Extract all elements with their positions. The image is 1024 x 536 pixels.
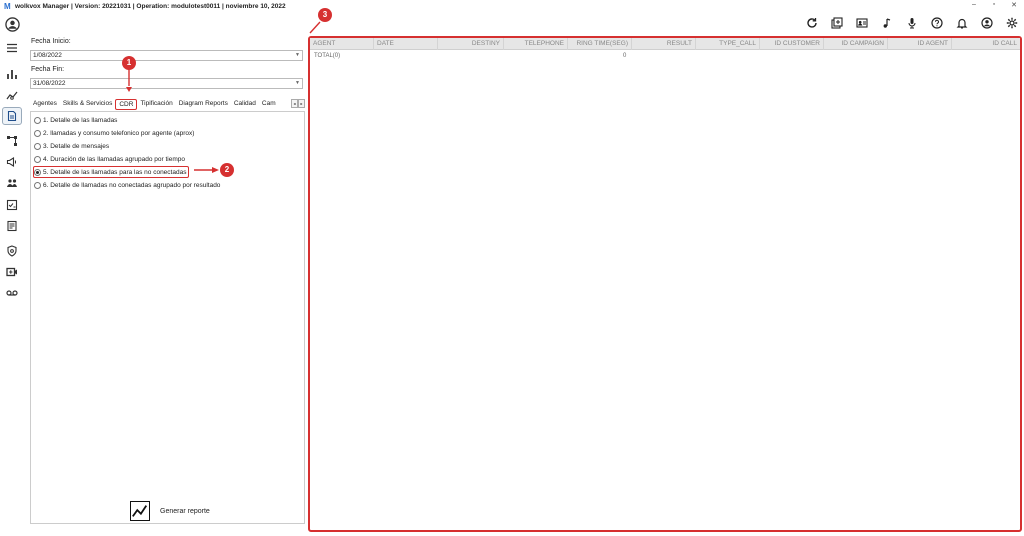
hierarchy-icon[interactable]	[5, 134, 19, 148]
tab-agentes[interactable]: Agentes	[30, 98, 60, 110]
col-agent[interactable]: AGENT	[310, 38, 374, 50]
window-title: wolkvox Manager | Version: 20221031 | Op…	[15, 3, 286, 10]
total-label: TOTAL(0)	[314, 53, 341, 59]
report-option-1[interactable]: 1. Detalle de las llamadas	[34, 115, 117, 125]
user-avatar-icon[interactable]	[4, 16, 20, 32]
callout-badge-3: 3	[318, 8, 332, 22]
grid-header: AGENT DATE DESTINY TELEPHONE RING TIME(S…	[310, 38, 1020, 50]
close-button[interactable]: ✕	[1010, 1, 1018, 9]
results-grid[interactable]: AGENT DATE DESTINY TELEPHONE RING TIME(S…	[308, 36, 1022, 532]
chevron-down-icon[interactable]: ▼	[295, 79, 300, 88]
report-tabs: Agentes Skills & Servicios CDR Tipificac…	[30, 98, 305, 110]
radio-button[interactable]	[34, 129, 41, 137]
reports-icon[interactable]	[2, 107, 22, 125]
microphone-icon[interactable]	[899, 15, 924, 31]
account-icon[interactable]	[974, 15, 999, 31]
bell-icon[interactable]	[949, 15, 974, 31]
total-ring-time: 0	[623, 53, 627, 59]
tab-campaign[interactable]: Cam	[259, 98, 277, 110]
restore-button[interactable]: ▫	[990, 1, 998, 9]
radio-button[interactable]	[34, 181, 41, 189]
music-note-icon[interactable]	[874, 15, 899, 31]
analytics-icon[interactable]	[5, 88, 19, 102]
chevron-down-icon[interactable]: ▼	[295, 51, 300, 60]
col-id-customer[interactable]: ID CUSTOMER	[760, 38, 824, 50]
generate-report-label: Generar reporte	[160, 507, 210, 515]
col-id-agent[interactable]: ID AGENT	[888, 38, 952, 50]
title-bar: M wolkvox Manager | Version: 20221031 | …	[0, 0, 1024, 13]
tab-tipificacion[interactable]: Tipificación	[137, 98, 175, 110]
col-id-campaign[interactable]: ID CAMPAIGN	[824, 38, 888, 50]
video-icon[interactable]	[5, 265, 19, 279]
agents-group-icon[interactable]	[5, 176, 19, 190]
checklist-icon[interactable]	[5, 198, 19, 212]
tab-skills-servicios[interactable]: Skills & Servicios	[60, 98, 115, 110]
bar-chart-icon[interactable]	[5, 67, 19, 81]
shield-icon[interactable]	[5, 244, 19, 258]
help-icon[interactable]	[924, 15, 949, 31]
campaign-icon[interactable]	[5, 155, 19, 169]
report-option-5[interactable]: 5. Detalle de las llamadas para las no c…	[33, 166, 190, 178]
start-date-label: Fecha Inicio:	[31, 38, 71, 45]
voicemail-icon[interactable]	[5, 286, 19, 300]
col-ring-time[interactable]: RING TIME(SEG)	[568, 38, 632, 50]
callout-badge-2: 2	[220, 163, 234, 177]
add-report-icon[interactable]	[824, 15, 849, 31]
tab-diagram-reports[interactable]: Diagram Reports	[176, 98, 231, 110]
col-destiny[interactable]: DESTINY	[438, 38, 504, 50]
callout-badge-1: 1	[122, 56, 136, 70]
col-result[interactable]: RESULT	[632, 38, 696, 50]
col-date[interactable]: DATE	[374, 38, 438, 50]
tab-cdr[interactable]: CDR	[115, 98, 138, 110]
cdr-tab-content: 1. Detalle de las llamadas 2. llamadas y…	[30, 111, 305, 524]
report-option-4[interactable]: 4. Duración de las llamadas agrupado por…	[34, 154, 185, 164]
contact-card-icon[interactable]	[849, 15, 874, 31]
tab-scroll-left-icon[interactable]: ◂	[291, 99, 298, 108]
settings-icon[interactable]	[999, 15, 1024, 31]
end-date-field[interactable]: 31/08/2022 ▼	[30, 78, 303, 89]
col-type-call[interactable]: TYPE_CALL	[696, 38, 760, 50]
left-rail	[0, 13, 24, 536]
report-options-panel: Fecha Inicio: 1/08/2022 ▼ Fecha Fin: 31/…	[28, 33, 305, 531]
generate-report-button[interactable]: Generar reporte	[130, 501, 210, 521]
top-toolbar	[799, 15, 1024, 31]
radio-button[interactable]	[34, 155, 41, 163]
report-option-6[interactable]: 6. Detalle de llamadas no conectadas agr…	[34, 180, 220, 190]
window-controls: – ▫ ✕	[970, 1, 1018, 9]
start-date-field[interactable]: 1/08/2022 ▼	[30, 50, 303, 61]
report-option-2[interactable]: 2. llamadas y consumo telefonico por age…	[34, 128, 194, 138]
radio-button[interactable]	[34, 116, 41, 124]
tab-scroll-right-icon[interactable]: ▸	[298, 99, 305, 108]
radio-button-selected[interactable]	[34, 168, 41, 176]
col-telephone[interactable]: TELEPHONE	[504, 38, 568, 50]
tab-calidad[interactable]: Calidad	[231, 98, 259, 110]
app-logo-icon: M	[4, 2, 11, 11]
dashboard-icon[interactable]	[5, 219, 19, 233]
trend-chart-icon	[130, 501, 150, 521]
col-id-call[interactable]: ID CALL	[952, 38, 1020, 50]
end-date-label: Fecha Fin:	[31, 66, 65, 73]
radio-button[interactable]	[34, 142, 41, 150]
refresh-icon[interactable]	[799, 15, 824, 31]
menu-icon[interactable]	[5, 41, 19, 55]
report-option-3[interactable]: 3. Detalle de mensajes	[34, 141, 109, 151]
tab-scroller: ◂ ▸	[291, 99, 305, 108]
minimize-button[interactable]: –	[970, 1, 978, 9]
